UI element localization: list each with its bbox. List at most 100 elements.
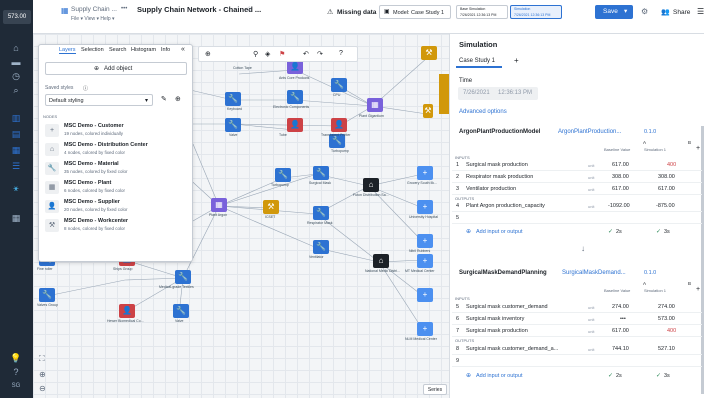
row-simulation[interactable]: 400 bbox=[667, 160, 676, 171]
home-icon[interactable]: ⌂ bbox=[9, 42, 23, 54]
add-style-icon[interactable]: ⊕ bbox=[175, 95, 181, 103]
tab-info[interactable]: Info bbox=[161, 47, 170, 53]
model-button[interactable]: ▣ Model: Case Study 1 bbox=[379, 5, 451, 19]
row-simulation[interactable]: 400 bbox=[667, 326, 676, 337]
model-link[interactable]: ArgonPlantProduction... bbox=[558, 129, 621, 135]
customer-node[interactable]: + bbox=[417, 288, 433, 302]
material-node[interactable]: 🔧 bbox=[331, 78, 347, 92]
model-version[interactable]: 0.1.0 bbox=[644, 270, 656, 276]
undo-icon[interactable]: ↶ bbox=[303, 50, 309, 58]
tab-case-study[interactable]: Case Study 1 bbox=[456, 56, 502, 68]
grid-icon[interactable]: ▦ bbox=[9, 144, 23, 156]
customer-node[interactable]: + bbox=[417, 234, 433, 248]
table-row[interactable]: 9 bbox=[452, 356, 702, 367]
material-node[interactable]: 🔧 bbox=[225, 118, 241, 132]
tab-search[interactable]: Search bbox=[109, 47, 126, 53]
customer-node[interactable]: + bbox=[417, 200, 433, 214]
menu-icon[interactable]: ☰ bbox=[697, 7, 704, 16]
table-row[interactable]: 5 Surgical mask customer_demand unit 274… bbox=[452, 302, 702, 313]
table-row[interactable]: 8 Surgical mask customer_demand_a... uni… bbox=[452, 344, 702, 355]
base-simulation-pill[interactable]: Base Simulation 7/26/2021 12:36:13 PM bbox=[456, 5, 508, 19]
material-node[interactable]: 🔧 bbox=[175, 270, 191, 284]
series-button[interactable]: Series bbox=[423, 384, 447, 395]
workcenter-node[interactable]: ⚒ bbox=[421, 46, 437, 60]
tab-layers[interactable]: Layers bbox=[59, 47, 76, 54]
lightbulb-icon[interactable]: 💡 bbox=[9, 352, 23, 364]
gear-icon[interactable]: ⚙ bbox=[641, 7, 648, 16]
layer-item-workcenter[interactable]: ⚒ MSC Demo - Workcenter 8 nodes, colored… bbox=[45, 217, 187, 235]
table-row[interactable]: 1 Surgical mask production unit 617.00 4… bbox=[452, 160, 702, 171]
saved-styles-select[interactable]: Default styling ▾ bbox=[45, 94, 153, 106]
table-row[interactable]: 6 Surgical mask inventory unit ••• 573.0… bbox=[452, 314, 702, 325]
tab-selection[interactable]: Selection bbox=[81, 47, 104, 53]
tag-icon[interactable]: ◈ bbox=[265, 50, 270, 58]
apps-icon[interactable]: ▦ bbox=[9, 212, 23, 224]
supplier-node[interactable]: 👤 bbox=[287, 60, 303, 74]
fit-icon[interactable]: ⛶ bbox=[39, 354, 45, 364]
collapse-icon[interactable]: « bbox=[181, 46, 185, 53]
path-icon[interactable]: ⚲ bbox=[253, 50, 258, 58]
help-circle-icon[interactable]: ? bbox=[339, 50, 343, 57]
material-node[interactable]: 🔧 bbox=[225, 92, 241, 106]
search-icon[interactable]: ⌕ bbox=[9, 84, 23, 96]
missing-data-label[interactable]: Missing data bbox=[337, 9, 376, 16]
layer-item-plant[interactable]: ▦ MSC Demo - Plant 6 nodes, colored by f… bbox=[45, 179, 187, 197]
plant-node[interactable]: ▦ bbox=[211, 198, 227, 212]
chart-icon[interactable]: ▥ bbox=[9, 112, 23, 124]
model-version[interactable]: 0.1.0 bbox=[644, 129, 656, 135]
distribution-center-node[interactable]: ⌂ bbox=[363, 178, 379, 192]
clock-icon[interactable]: ◷ bbox=[9, 70, 23, 82]
add-column-icon[interactable]: + bbox=[696, 145, 700, 152]
table-row[interactable]: 5 bbox=[452, 213, 702, 224]
advanced-options-link[interactable]: Advanced options bbox=[459, 109, 507, 115]
graph-icon[interactable]: ⚹ bbox=[9, 182, 23, 194]
row-simulation[interactable]: 274.00 bbox=[658, 302, 675, 313]
row-baseline[interactable]: ••• bbox=[620, 314, 626, 325]
material-node[interactable]: 🔧 bbox=[313, 206, 329, 220]
customer-node[interactable]: + bbox=[417, 166, 433, 180]
zoom-out-icon[interactable]: ⊖ bbox=[39, 384, 46, 393]
workcenter-node[interactable]: ⚒ bbox=[263, 200, 279, 214]
folder-icon[interactable]: ▬ bbox=[9, 56, 23, 68]
supplier-node[interactable]: 👤 bbox=[119, 304, 135, 318]
user-avatar[interactable]: SG bbox=[9, 380, 23, 392]
material-node[interactable]: 🔧 bbox=[173, 304, 189, 318]
date-field[interactable]: 7/26/2021 12:36:13 PM bbox=[458, 87, 538, 100]
row-simulation[interactable]: 617.00 bbox=[658, 184, 675, 195]
zoom-in-icon[interactable]: ⊕ bbox=[39, 370, 46, 379]
table-row[interactable]: 4 Plant Argon production_capacity unit -… bbox=[452, 201, 702, 212]
row-simulation[interactable]: 573.00 bbox=[658, 314, 675, 325]
save-button[interactable]: Save ▾ bbox=[595, 5, 633, 19]
distribution-center-node[interactable]: ⌂ bbox=[373, 254, 389, 268]
id-badge[interactable]: 573.00 bbox=[3, 10, 31, 24]
material-node[interactable]: 🔧 bbox=[275, 168, 291, 182]
list-icon[interactable]: ☰ bbox=[9, 160, 23, 172]
star-icon[interactable]: ☆ bbox=[246, 5, 252, 13]
layer-item-customer[interactable]: + MSC Demo - Customer 19 nodes, colored … bbox=[45, 122, 187, 140]
material-node[interactable]: 🔧 bbox=[313, 240, 329, 254]
layer-item-supplier[interactable]: 👤 MSC Demo - Supplier 20 nodes, colored … bbox=[45, 198, 187, 216]
material-node[interactable]: 🔧 bbox=[313, 166, 329, 180]
breadcrumb[interactable]: Supply Chain ... bbox=[71, 6, 117, 13]
simulation-pill[interactable]: Simulation 7/26/2021 12:36:13 PM bbox=[510, 5, 562, 19]
supplier-node[interactable]: 👤 bbox=[287, 118, 303, 132]
material-node[interactable]: 🔧 bbox=[39, 288, 55, 302]
model-link[interactable]: SurgicalMaskDemand... bbox=[562, 270, 626, 276]
workcenter-node[interactable]: ⚒ bbox=[423, 104, 433, 118]
supplier-node[interactable]: 👤 bbox=[331, 118, 347, 132]
pencil-icon[interactable]: ✎ bbox=[161, 95, 167, 103]
layer-item-material[interactable]: 🔧 MSC Demo - Material 35 nodes, colored … bbox=[45, 160, 187, 178]
table-icon[interactable]: ▤ bbox=[9, 128, 23, 140]
share-button[interactable]: Share bbox=[673, 9, 690, 16]
layer-item-distribution-center[interactable]: ⌂ MSC Demo - Distribution Center 4 nodes… bbox=[45, 141, 187, 159]
customer-node[interactable]: + bbox=[417, 322, 433, 336]
simulation-side-tab[interactable] bbox=[439, 74, 449, 114]
add-tab-icon[interactable]: + bbox=[514, 56, 519, 65]
add-input-icon[interactable]: ⊕ bbox=[466, 228, 471, 235]
pin-icon[interactable]: ⚑ bbox=[279, 50, 285, 58]
add-object-button[interactable]: ⊕ Add object bbox=[45, 62, 187, 75]
help-icon[interactable]: ? bbox=[9, 366, 23, 378]
table-row[interactable]: 2 Respirator mask production unit 308.00… bbox=[452, 172, 702, 183]
table-row[interactable]: 7 Surgical mask production unit 617.00 4… bbox=[452, 326, 702, 337]
add-input-icon[interactable]: ⊕ bbox=[466, 372, 471, 379]
